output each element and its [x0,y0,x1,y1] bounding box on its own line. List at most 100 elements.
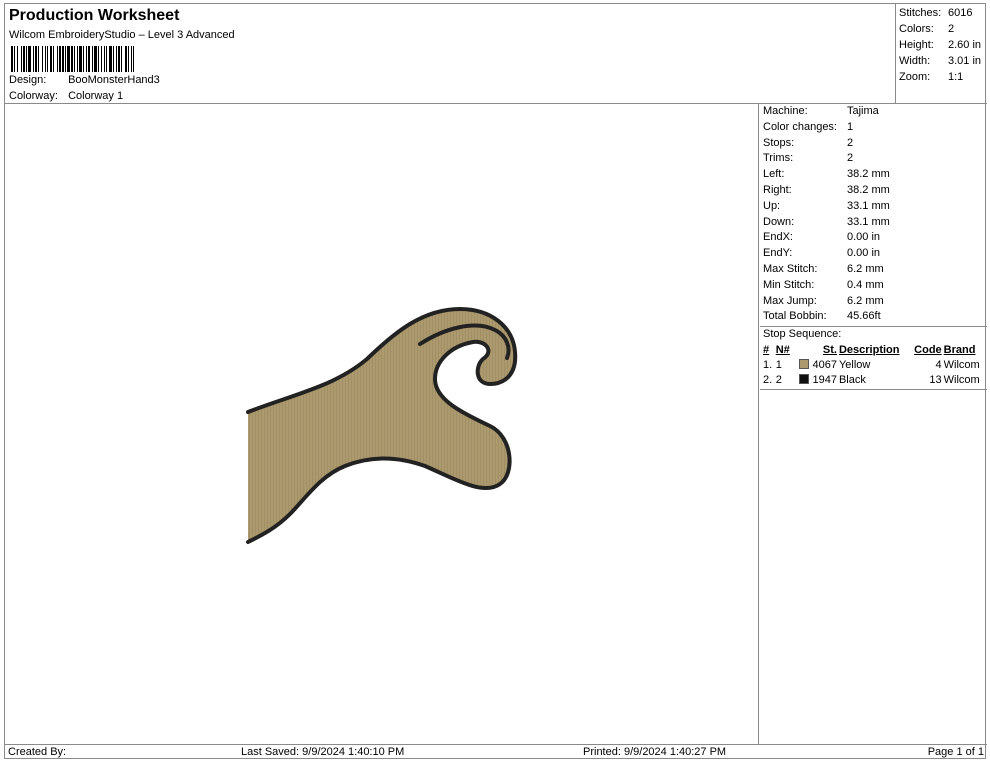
barcode-bar [131,46,132,72]
info-row: Max Jump: 6.2 mm [760,294,987,310]
info-label: Up: [763,199,781,212]
worksheet-footer: Created By: Last Saved: 9/9/2024 1:40:10… [5,744,987,759]
summary-height: Height: 2.60 in [899,39,982,51]
design-name: BooMonsterHand3 [68,74,160,86]
stop-sequence-divider [760,389,987,391]
barcode-bar [17,46,18,72]
barcode-bar [133,46,134,72]
info-value: 6.2 mm [847,294,884,307]
info-row: Total Bobbin: 45.66ft [760,309,987,325]
info-label: EndY: [763,247,793,260]
info-value: 0.4 mm [847,278,884,291]
barcode-bar [67,46,70,72]
thread-description: Black [838,373,866,386]
design-summary: Stitches: 6016 Colors: 2 Height: 2.60 in Wi… [895,4,987,104]
barcode-bar [118,46,120,72]
needle-number: 2 [775,373,782,386]
printed-date: Printed: 9/9/2024 1:40:27 PM [583,746,727,758]
barcode-bar [77,46,78,72]
color-swatch [799,373,810,384]
barcode-bar [42,46,43,72]
table-row: 1. 1 4067 Yellow 4 Wilcom [762,357,986,372]
info-label: Color changes: [763,120,837,133]
needle-number: 1 [775,358,782,371]
info-label: Min Stitch: [763,278,815,291]
barcode-bar [50,46,52,72]
barcode-bar [45,46,46,72]
info-row: Max Stitch: 6.2 mm [760,262,987,278]
barcode-bar [47,46,48,72]
summary-zoom: Zoom: 1:1 [899,71,964,83]
info-row: Stops: 2 [760,136,987,152]
stitch-count-value: 1947 [812,373,837,386]
barcode-bar [98,46,99,72]
summary-width: Width: 3.01 in [899,55,982,67]
barcode-bar [74,46,75,72]
info-value: Tajima [847,105,879,117]
worksheet: Production Worksheet Wilcom EmbroiderySt… [4,3,987,759]
info-row: Down: 33.1 mm [760,215,987,231]
info-row: Right: 38.2 mm [760,183,987,199]
summary-stitches: Stitches: 6016 [899,7,973,19]
info-row: Left: 38.2 mm [760,167,987,183]
thread-code: 4 [935,358,942,371]
info-value: 2 [847,152,854,165]
design-row: Design: BooMonsterHand3 [9,74,160,86]
info-label: Down: [763,215,795,228]
barcode-bar [23,46,25,72]
info-row: Color changes: 1 [760,120,987,136]
barcode-bar [88,46,90,72]
worksheet-header: Production Worksheet Wilcom EmbroiderySt… [5,4,895,104]
barcode-bar [106,46,107,72]
col-brand: Brand [943,343,976,356]
info-label: Machine: [763,105,808,117]
col-code: Code [914,343,942,356]
stop-number: 1. [763,358,773,371]
col-needle: N# [775,343,790,356]
info-value: 33.1 mm [847,199,890,212]
barcode-bar [65,46,66,72]
software-name: Wilcom EmbroideryStudio – Level 3 Advanc… [9,29,235,41]
col-description: Description [838,343,900,356]
barcode-image [11,46,134,72]
info-value: 0.00 in [847,231,881,244]
info-row: EndX: 0.00 in [760,230,987,246]
info-value: 38.2 mm [847,183,890,196]
col-stitches: St. [822,343,837,356]
info-value: 2 [847,136,854,149]
barcode-bar [26,46,27,72]
info-label: EndX: [763,231,793,244]
info-row: Trims: 2 [760,151,987,167]
info-value: 45.66ft [847,310,881,323]
info-row: Up: 33.1 mm [760,199,987,215]
barcode-bar [83,46,84,72]
thread-brand: Wilcom [943,373,980,386]
info-row: EndY: 0.00 in [760,246,987,262]
barcode-bar [14,46,15,72]
barcode-bar [79,46,82,72]
barcode-bar [53,46,54,72]
barcode-bar [35,46,37,72]
info-label: Left: [763,168,785,181]
barcode-bar [33,46,34,72]
stop-sequence: Stop Sequence: # N# St. Description Code… [760,326,987,391]
barcode-bar [38,46,39,72]
info-value: 0.00 in [847,247,881,260]
info-row: Machine: Tajima [760,104,987,120]
color-swatch [799,358,810,369]
barcode-bar [94,46,97,72]
barcode-bar [71,46,73,72]
table-header-row: # N# St. Description Code Brand [762,342,986,357]
info-label: Max Stitch: [763,262,818,275]
barcode-bar [109,46,112,72]
table-row: 2. 2 1947 Black 13 Wilcom [762,372,986,387]
barcode-bar [113,46,114,72]
barcode-bar [62,46,64,72]
embroidery-design-image [246,307,518,544]
info-value: 1 [847,120,854,133]
barcode-bar [86,46,87,72]
colorway-label: Colorway: [9,90,58,102]
info-value: 33.1 mm [847,215,890,228]
design-preview [5,104,759,744]
info-value: 38.2 mm [847,168,890,181]
